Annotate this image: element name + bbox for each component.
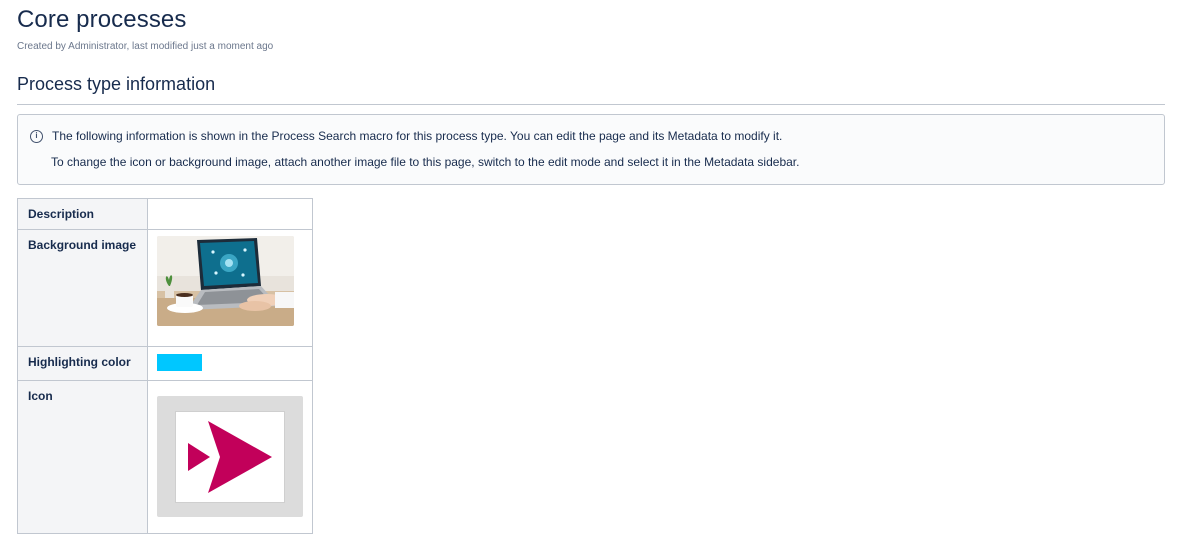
metadata-table: Description Background image Highlightin…	[17, 198, 313, 534]
table-row-icon: Icon	[17, 380, 313, 534]
info-text-2: To change the icon or background image, …	[51, 155, 800, 169]
description-label: Description	[17, 198, 148, 230]
section-heading: Process type information	[17, 72, 1165, 105]
highlighting-color-label: Highlighting color	[17, 346, 148, 381]
info-text-1: The following information is shown in th…	[52, 129, 783, 143]
magenta-double-arrow-icon	[188, 420, 272, 493]
background-image-thumbnail[interactable]	[157, 236, 294, 326]
icon-preview[interactable]	[175, 410, 285, 503]
background-image-cell	[147, 229, 313, 347]
info-line-2: To change the icon or background image, …	[30, 149, 1152, 175]
icon-cell	[147, 380, 313, 534]
color-swatch	[157, 354, 202, 371]
background-image-label: Background image	[17, 229, 148, 347]
table-row-background: Background image	[17, 229, 313, 347]
page-content: Core processes Created by Administrator,…	[0, 0, 1200, 534]
page-byline: Created by Administrator, last modified …	[17, 41, 274, 52]
info-line-1: i The following information is shown in …	[30, 123, 1152, 149]
info-panel: i The following information is shown in …	[17, 114, 1165, 185]
highlighting-color-cell	[147, 346, 313, 381]
icon-preview-frame	[157, 396, 303, 517]
table-row-description: Description	[17, 198, 313, 230]
page-title: Core processes	[17, 6, 187, 33]
description-value	[147, 198, 313, 230]
table-row-highlight: Highlighting color	[17, 346, 313, 381]
icon-label: Icon	[17, 380, 148, 534]
info-icon: i	[30, 129, 43, 143]
